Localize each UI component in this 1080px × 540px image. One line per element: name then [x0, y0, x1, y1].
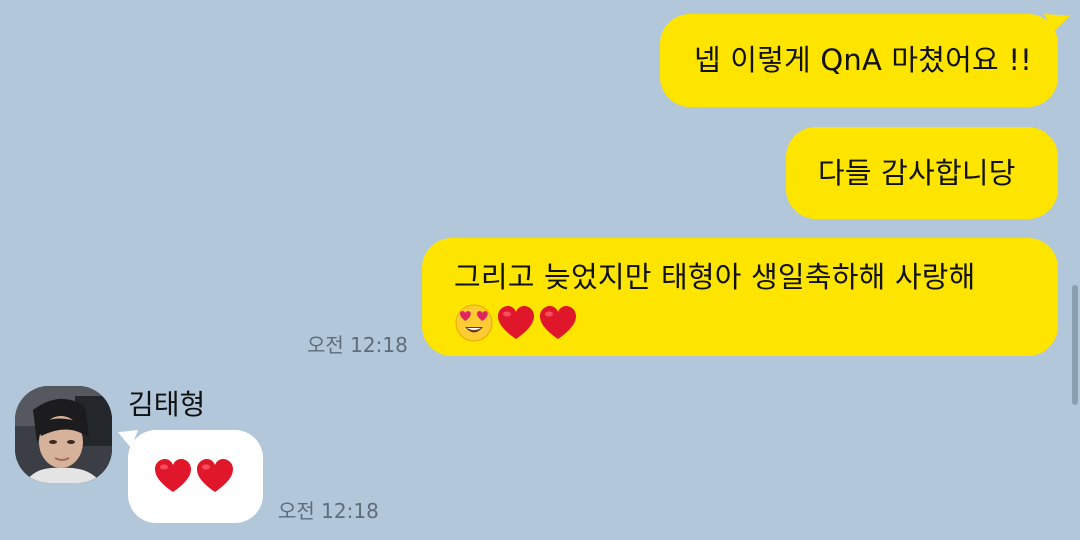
- scrollbar[interactable]: [1072, 285, 1078, 405]
- chat-room[interactable]: 넵 이렇게 QnA 마쳤어요 !! 다들 감사합니당 그리고 늦었지만 태형아 …: [0, 0, 1080, 540]
- message-text: 그리고 늦었지만 태형아 생일축하해 사랑해: [454, 260, 976, 294]
- sender-name: 김태형: [128, 388, 206, 421]
- outgoing-message-bubble[interactable]: 다들 감사합니당: [786, 127, 1058, 219]
- profile-photo: [15, 386, 112, 483]
- red-heart-emoji: [197, 459, 233, 492]
- avatar[interactable]: [15, 386, 112, 483]
- outgoing-message-bubble[interactable]: 넵 이렇게 QnA 마쳤어요 !!: [660, 14, 1058, 107]
- incoming-message-bubble[interactable]: [128, 430, 263, 523]
- message-timestamp: 오전 12:18: [278, 499, 379, 523]
- red-heart-emoji: [540, 306, 576, 339]
- emoji-row: [454, 300, 1058, 346]
- emoji-row: [153, 453, 263, 499]
- outgoing-message-bubble[interactable]: 그리고 늦었지만 태형아 생일축하해 사랑해: [422, 238, 1058, 356]
- message-text: 넵 이렇게 QnA 마쳤어요 !!: [694, 43, 1033, 77]
- message-text: 다들 감사합니당: [818, 156, 1016, 190]
- red-heart-emoji: [155, 459, 191, 492]
- message-timestamp: 오전 12:18: [307, 333, 408, 357]
- heart-eyes-emoji: [455, 304, 493, 342]
- red-heart-emoji: [498, 306, 534, 339]
